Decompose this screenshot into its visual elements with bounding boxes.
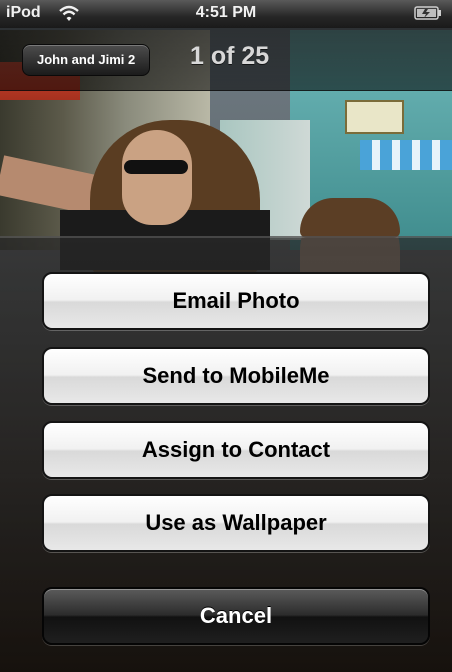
photo-person1-sunglasses: [124, 160, 188, 174]
battery-icon: [414, 6, 441, 20]
page-title: 1 of 25: [190, 42, 270, 70]
send-to-mobileme-button[interactable]: Send to MobileMe: [42, 347, 430, 405]
email-photo-button[interactable]: Email Photo: [42, 272, 430, 330]
navigation-bar: John and Jimi 2 1 of 25: [0, 28, 452, 91]
photo-sign: [345, 100, 404, 134]
status-time: 4:51 PM: [195, 4, 257, 21]
status-bar: iPod 4:51 PM: [0, 0, 452, 28]
cancel-button[interactable]: Cancel: [42, 587, 430, 645]
photo-person1-face: [122, 130, 192, 225]
photo-person2-hair: [300, 198, 400, 238]
use-as-wallpaper-button[interactable]: Use as Wallpaper: [42, 494, 430, 552]
assign-to-contact-button[interactable]: Assign to Contact: [42, 421, 430, 479]
action-sheet: Email Photo Send to MobileMe Assign to C…: [0, 236, 452, 672]
photo-awning-right: [360, 140, 452, 170]
back-button[interactable]: John and Jimi 2: [22, 44, 151, 76]
photo-viewer-screen: iPod 4:51 PM John and Jimi 2 1 of 25 Ema…: [0, 0, 452, 672]
